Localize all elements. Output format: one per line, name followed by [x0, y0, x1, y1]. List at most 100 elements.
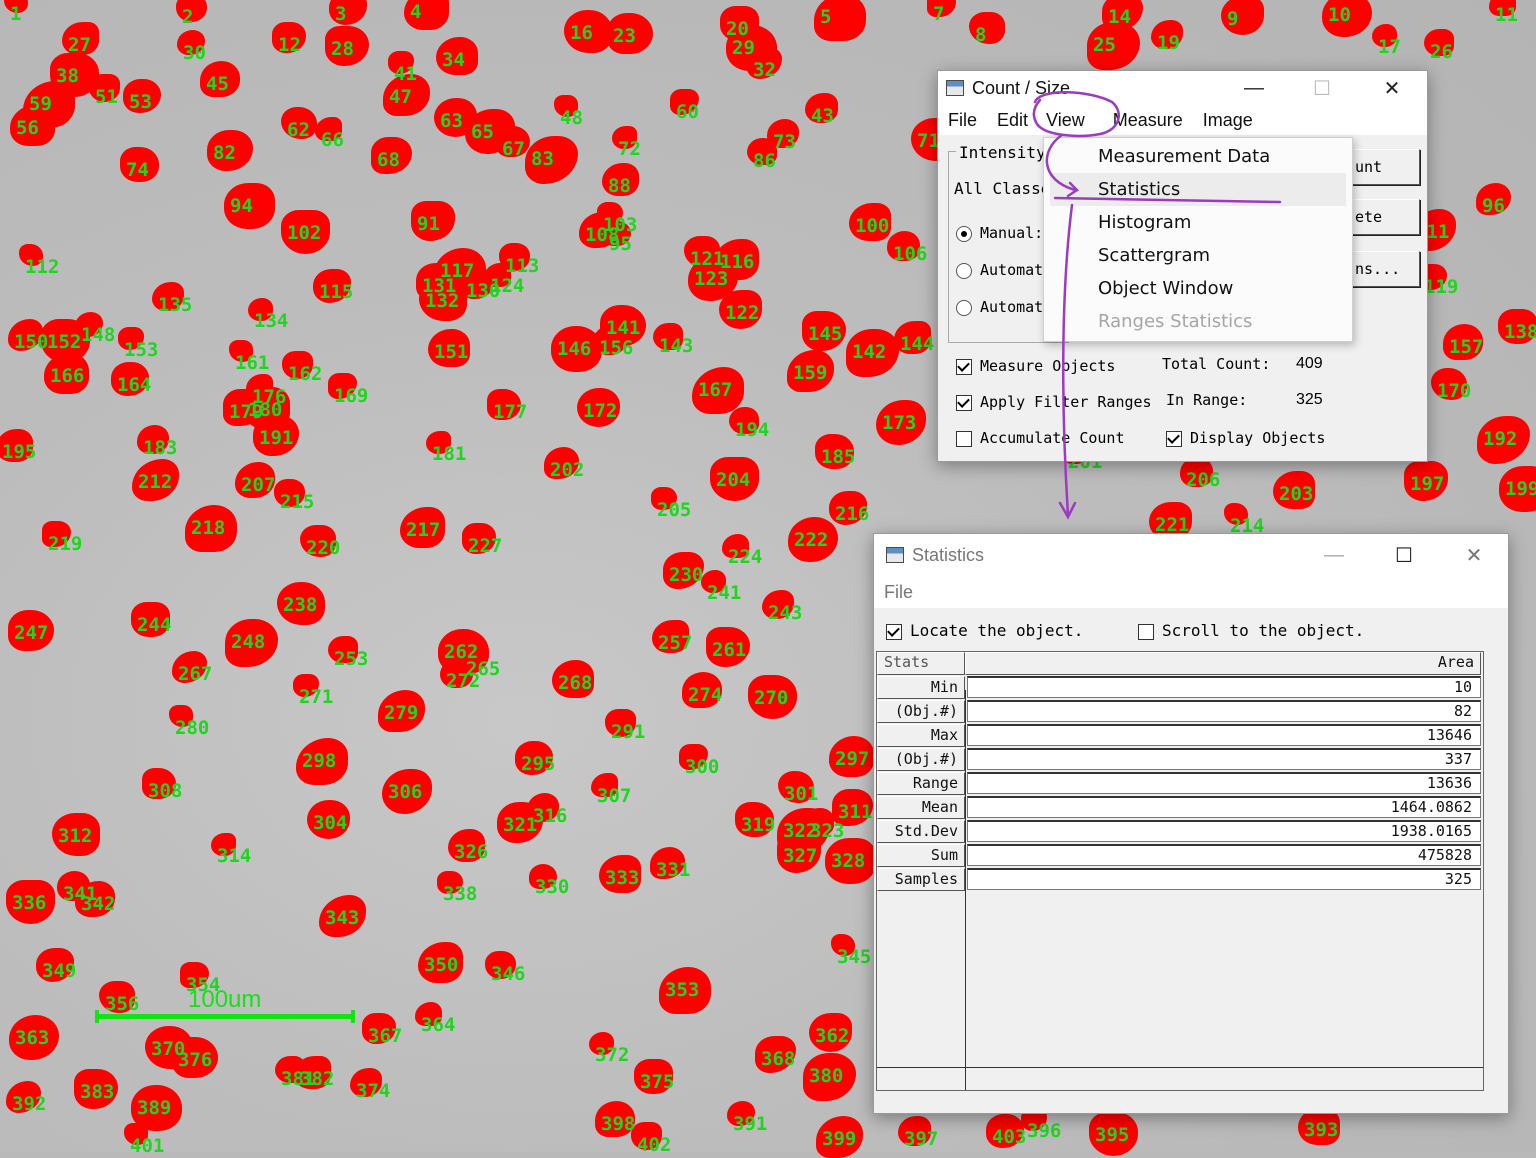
- radio-auto-1-dot[interactable]: [956, 262, 972, 279]
- particle-label: 372: [595, 1044, 630, 1066]
- stats-row-value[interactable]: 325: [967, 868, 1481, 890]
- close-button[interactable]: ✕: [1362, 71, 1422, 105]
- radio-auto-2[interactable]: Automat: [956, 298, 1043, 316]
- locate-object-check[interactable]: [886, 623, 902, 640]
- menu-edit[interactable]: Edit: [987, 110, 1038, 131]
- particle-label: 170: [1437, 380, 1472, 402]
- particle-label: 391: [733, 1113, 768, 1135]
- menu-file[interactable]: File: [874, 582, 923, 603]
- menu-item-statistics[interactable]: Statistics: [1050, 173, 1346, 206]
- particle-label: 331: [656, 859, 691, 881]
- scroll-object-checkbox[interactable]: Scroll to the object.: [1138, 621, 1364, 640]
- particle-label: 166: [50, 365, 85, 387]
- display-objects-check[interactable]: [1166, 430, 1182, 447]
- particle-label: 403: [992, 1126, 1027, 1148]
- particle-label: 96: [1482, 195, 1505, 217]
- particle-label: 9: [1227, 8, 1239, 30]
- particle-label: 396: [1027, 1120, 1062, 1142]
- apply-filter-check[interactable]: [956, 394, 972, 411]
- particle-label: 27: [68, 34, 91, 56]
- minimize-button[interactable]: —: [1304, 534, 1364, 576]
- particle-label: 106: [893, 243, 928, 265]
- particle-label: 73: [773, 131, 796, 153]
- particle-label: 367: [368, 1025, 403, 1047]
- particle-label: 383: [80, 1081, 115, 1103]
- statistics-menubar: File: [874, 576, 1508, 608]
- count-size-titlebar[interactable]: Count / Size — ☐ ✕: [938, 71, 1427, 105]
- menu-image[interactable]: Image: [1193, 110, 1263, 131]
- menu-item-scattergram[interactable]: Scattergram: [1044, 239, 1352, 272]
- radio-auto-1[interactable]: Automat: [956, 261, 1043, 279]
- measure-objects-checkbox[interactable]: Measure Objects: [956, 357, 1115, 375]
- particle-label: 202: [550, 459, 585, 481]
- particle-label: 43: [811, 105, 834, 127]
- measure-objects-check[interactable]: [956, 358, 972, 375]
- particle-label: 364: [421, 1014, 456, 1036]
- stats-row-value[interactable]: 10: [967, 676, 1481, 698]
- particle-label: 350: [424, 954, 459, 976]
- menu-item-object-window[interactable]: Object Window: [1044, 272, 1352, 305]
- grid-empty-border: [877, 1067, 1483, 1090]
- scroll-object-check[interactable]: [1138, 623, 1154, 640]
- accumulate-label: Accumulate Count: [980, 429, 1125, 447]
- radio-auto-2-dot[interactable]: [956, 299, 972, 316]
- stats-row-value[interactable]: 13636: [967, 772, 1481, 794]
- particle-label: 219: [48, 533, 83, 555]
- all-classes-label: All Classe: [954, 179, 1051, 198]
- menu-item-measurement-data[interactable]: Measurement Data: [1044, 140, 1352, 173]
- stats-row-value[interactable]: 13646: [967, 724, 1481, 746]
- options-button[interactable]: ns...: [1348, 251, 1420, 287]
- particle-label: 401: [130, 1135, 165, 1157]
- menu-item-histogram[interactable]: Histogram: [1044, 206, 1352, 239]
- accumulate-check[interactable]: [956, 430, 972, 447]
- particle-label: 247: [14, 622, 49, 644]
- radio-manual-dot[interactable]: [956, 225, 972, 242]
- stats-row-value[interactable]: 475828: [967, 844, 1481, 866]
- particle-label: 115: [319, 281, 354, 303]
- particle-label: 102: [287, 222, 322, 244]
- particle-label: 29: [732, 37, 755, 59]
- particle-label: 243: [768, 602, 803, 624]
- particle-label: 330: [535, 876, 570, 898]
- minimize-button[interactable]: —: [1224, 71, 1284, 105]
- particle-label: 59: [29, 93, 52, 115]
- stats-row-value[interactable]: 1464.0862: [967, 796, 1481, 818]
- stats-row-value[interactable]: 337: [967, 748, 1481, 770]
- maximize-button[interactable]: ☐: [1292, 71, 1352, 105]
- menu-measure[interactable]: Measure: [1103, 110, 1193, 131]
- scroll-object-label: Scroll to the object.: [1162, 621, 1365, 640]
- particle-label: 28: [331, 38, 354, 60]
- particle-label: 207: [241, 474, 276, 496]
- menu-view[interactable]: View: [1038, 110, 1103, 131]
- particle-label: 300: [685, 756, 720, 778]
- menu-file[interactable]: File: [938, 110, 987, 131]
- particle-label: 66: [321, 129, 344, 151]
- maximize-button[interactable]: ☐: [1374, 534, 1434, 576]
- close-button[interactable]: ✕: [1444, 534, 1504, 576]
- stats-row-value[interactable]: 82: [967, 700, 1481, 722]
- particle-label: 143: [659, 335, 694, 357]
- particle-label: 298: [302, 750, 337, 772]
- stats-grid[interactable]: Stats Area Min 10 (Obj.#) 82 Max 13646 (Obj.#)…: [876, 651, 1484, 1091]
- particle-label: 375: [640, 1071, 675, 1093]
- particle-label: 220: [306, 537, 341, 559]
- locate-object-checkbox[interactable]: Locate the object.: [886, 621, 1083, 640]
- particle-label: 123: [694, 268, 729, 290]
- particle-label: 185: [821, 446, 856, 468]
- count-button[interactable]: unt: [1348, 149, 1420, 185]
- particle-label: 30: [183, 42, 206, 64]
- statistics-window: Statistics — ☐ ✕ File Locate the object.…: [873, 533, 1509, 1114]
- apply-filter-checkbox[interactable]: Apply Filter Ranges: [956, 393, 1152, 411]
- particle-label: 47: [389, 86, 412, 108]
- particle-label: 38: [56, 65, 79, 87]
- statistics-titlebar[interactable]: Statistics — ☐ ✕: [874, 534, 1508, 576]
- particle-label: 308: [148, 780, 183, 802]
- particle-label: 67: [502, 138, 525, 160]
- particle-label: 353: [665, 979, 700, 1001]
- display-objects-checkbox[interactable]: Display Objects: [1166, 429, 1325, 447]
- radio-manual[interactable]: Manual:: [956, 224, 1043, 242]
- stats-row-value[interactable]: 1938.0165: [967, 820, 1481, 842]
- particle-label: 172: [583, 400, 618, 422]
- delete-button[interactable]: ete: [1348, 199, 1420, 235]
- accumulate-checkbox[interactable]: Accumulate Count: [956, 429, 1125, 447]
